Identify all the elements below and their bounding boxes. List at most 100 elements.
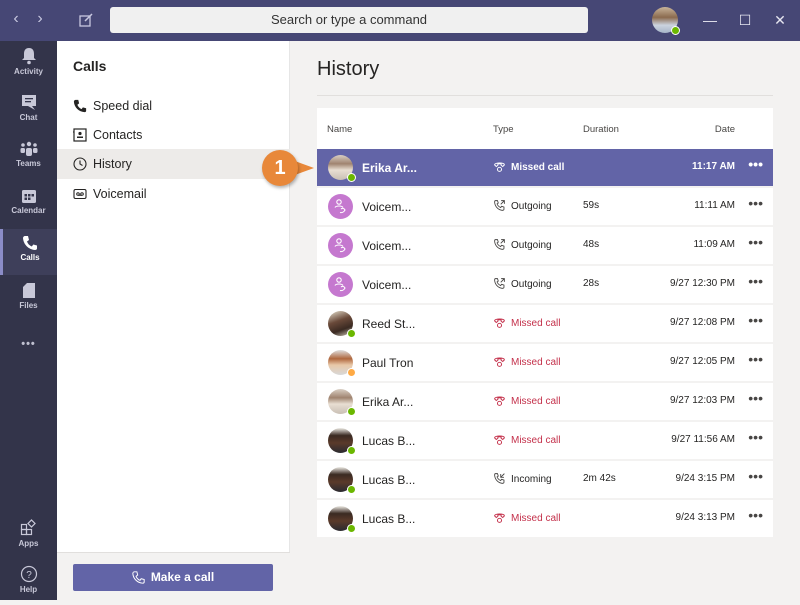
history-row[interactable]: Reed St... Missed call 9/27 12:08 PM ••• bbox=[317, 305, 773, 342]
contact-avatar[interactable] bbox=[328, 350, 356, 377]
more-options-button[interactable]: ••• bbox=[748, 273, 763, 289]
missed-call-icon bbox=[494, 162, 505, 172]
contact-name: Erika Ar... bbox=[362, 395, 414, 409]
more-options-button[interactable]: ••• bbox=[748, 429, 763, 445]
history-row[interactable]: Lucas B... Missed call 9/27 11:56 AM ••• bbox=[317, 422, 773, 459]
page-title: History bbox=[317, 58, 380, 80]
call-type-label: Missed call bbox=[511, 435, 561, 446]
make-a-call-button[interactable]: Make a call bbox=[73, 564, 273, 591]
history-row[interactable]: Erika Ar... Missed call 9/27 12:03 PM ••• bbox=[317, 383, 773, 420]
panel-item-contacts[interactable]: Contacts bbox=[57, 120, 290, 150]
call-type-label: Incoming bbox=[511, 474, 552, 485]
more-options-button[interactable]: ••• bbox=[748, 156, 763, 172]
clock-icon bbox=[73, 157, 87, 171]
history-view: History Name Type Duration Date Erika Ar… bbox=[291, 41, 800, 600]
calls-panel: Calls Speed dial Contacts History Voicem… bbox=[57, 41, 290, 600]
contact-name: Voicem... bbox=[362, 239, 412, 253]
column-header-date[interactable]: Date bbox=[715, 124, 735, 135]
contact-avatar[interactable] bbox=[328, 389, 356, 416]
compose-button[interactable] bbox=[78, 9, 98, 31]
history-row[interactable]: Voicem... Outgoing 59s 11:11 AM ••• bbox=[317, 188, 773, 225]
contact-avatar[interactable] bbox=[328, 155, 356, 182]
more-options-button[interactable]: ••• bbox=[748, 351, 763, 367]
contact-avatar[interactable] bbox=[328, 467, 356, 494]
column-header-duration[interactable]: Duration bbox=[583, 124, 619, 135]
close-button[interactable]: ✕ bbox=[770, 10, 790, 30]
call-type: Incoming bbox=[493, 472, 552, 485]
call-date: 11:09 AM bbox=[693, 239, 735, 250]
call-type-label: Missed call bbox=[511, 396, 561, 407]
panel-item-history[interactable]: History bbox=[57, 149, 290, 179]
voicemail-person-icon bbox=[334, 199, 346, 214]
call-duration: 48s bbox=[583, 239, 600, 250]
make-a-call-label: Make a call bbox=[150, 570, 215, 584]
app-rail: Activity Chat Teams Calendar Calls Files… bbox=[0, 41, 57, 600]
call-date: 11:17 AM bbox=[692, 161, 735, 172]
search-input[interactable]: Search or type a command bbox=[110, 7, 588, 33]
outgoing-call-icon bbox=[494, 239, 505, 250]
rail-item-chat[interactable]: Chat bbox=[0, 88, 57, 134]
more-options-button[interactable]: ••• bbox=[748, 195, 763, 211]
call-date: 9/27 12:08 PM bbox=[669, 317, 735, 328]
more-options-button[interactable]: ••• bbox=[748, 507, 763, 523]
profile-avatar[interactable] bbox=[652, 7, 680, 35]
rail-item-teams[interactable]: Teams bbox=[0, 135, 57, 181]
column-header-name[interactable]: Name bbox=[327, 124, 352, 135]
back-button[interactable]: ‹ bbox=[6, 10, 26, 28]
rail-item-calendar[interactable]: Calendar bbox=[0, 182, 57, 228]
voicemail-avatar[interactable] bbox=[328, 233, 353, 258]
missed-call-icon bbox=[494, 513, 505, 523]
outgoing-call-icon bbox=[494, 278, 505, 289]
call-duration: 59s bbox=[583, 200, 600, 211]
call-date: 9/27 12:05 PM bbox=[669, 356, 735, 367]
presence-available-icon bbox=[671, 26, 680, 35]
rail-label: Calendar bbox=[11, 206, 46, 215]
panel-item-label: Speed dial bbox=[93, 99, 153, 113]
rail-item-help[interactable]: ? Help bbox=[0, 559, 57, 605]
presence-available-icon bbox=[347, 407, 356, 416]
compose-icon bbox=[79, 13, 93, 27]
rail-item-files[interactable]: Files bbox=[0, 276, 57, 322]
call-date: 9/27 11:56 AM bbox=[671, 434, 735, 445]
presence-available-icon bbox=[347, 173, 356, 182]
call-type: Missed call bbox=[493, 433, 560, 446]
rail-item-apps[interactable]: Apps bbox=[0, 513, 57, 559]
more-options-button[interactable]: ••• bbox=[748, 312, 763, 328]
phone-icon bbox=[23, 236, 37, 250]
panel-item-voicemail[interactable]: Voicemail bbox=[57, 179, 290, 209]
contact-avatar[interactable] bbox=[328, 311, 356, 338]
teams-icon bbox=[20, 141, 37, 156]
call-type: Missed call bbox=[493, 355, 560, 368]
more-options-button[interactable]: ••• bbox=[748, 234, 763, 250]
history-row[interactable]: Lucas B... Missed call 9/24 3:13 PM ••• bbox=[317, 500, 773, 537]
rail-label: Chat bbox=[19, 113, 38, 122]
rail-label: Teams bbox=[16, 159, 41, 168]
forward-button[interactable]: › bbox=[30, 10, 50, 28]
more-options-button[interactable]: ••• bbox=[748, 468, 763, 484]
voicemail-avatar[interactable] bbox=[328, 194, 353, 219]
maximize-button[interactable]: ☐ bbox=[735, 10, 755, 30]
more-options-button[interactable]: ••• bbox=[748, 390, 763, 406]
contact-name: Erika Ar... bbox=[362, 161, 417, 175]
rail-item-calls[interactable]: Calls bbox=[0, 229, 57, 275]
history-row[interactable]: Voicem... Outgoing 28s 9/27 12:30 PM ••• bbox=[317, 266, 773, 303]
history-row[interactable]: Erika Ar... Missed call 11:17 AM ••• bbox=[317, 149, 773, 186]
rail-label: Calls bbox=[20, 253, 40, 262]
incoming-call-icon bbox=[494, 473, 505, 484]
history-row[interactable]: Paul Tron Missed call 9/27 12:05 PM ••• bbox=[317, 344, 773, 381]
panel-item-speed-dial[interactable]: Speed dial bbox=[57, 91, 290, 121]
history-row[interactable]: Lucas B... Incoming 2m 42s 9/24 3:15 PM ••• bbox=[317, 461, 773, 498]
minimize-button[interactable]: — bbox=[700, 10, 720, 30]
column-header-type[interactable]: Type bbox=[493, 124, 514, 135]
contact-name: Voicem... bbox=[362, 200, 412, 214]
contact-avatar[interactable] bbox=[328, 506, 356, 533]
rail-more-button[interactable]: ••• bbox=[0, 331, 57, 357]
rail-label: Apps bbox=[18, 539, 39, 548]
history-row[interactable]: Voicem... Outgoing 48s 11:09 AM ••• bbox=[317, 227, 773, 264]
call-date: 9/24 3:13 PM bbox=[675, 512, 735, 523]
rail-item-activity[interactable]: Activity bbox=[0, 41, 57, 87]
voicemail-avatar[interactable] bbox=[328, 272, 353, 297]
contact-avatar[interactable] bbox=[328, 428, 356, 455]
call-duration: 28s bbox=[583, 278, 600, 289]
panel-item-label: History bbox=[93, 157, 132, 171]
